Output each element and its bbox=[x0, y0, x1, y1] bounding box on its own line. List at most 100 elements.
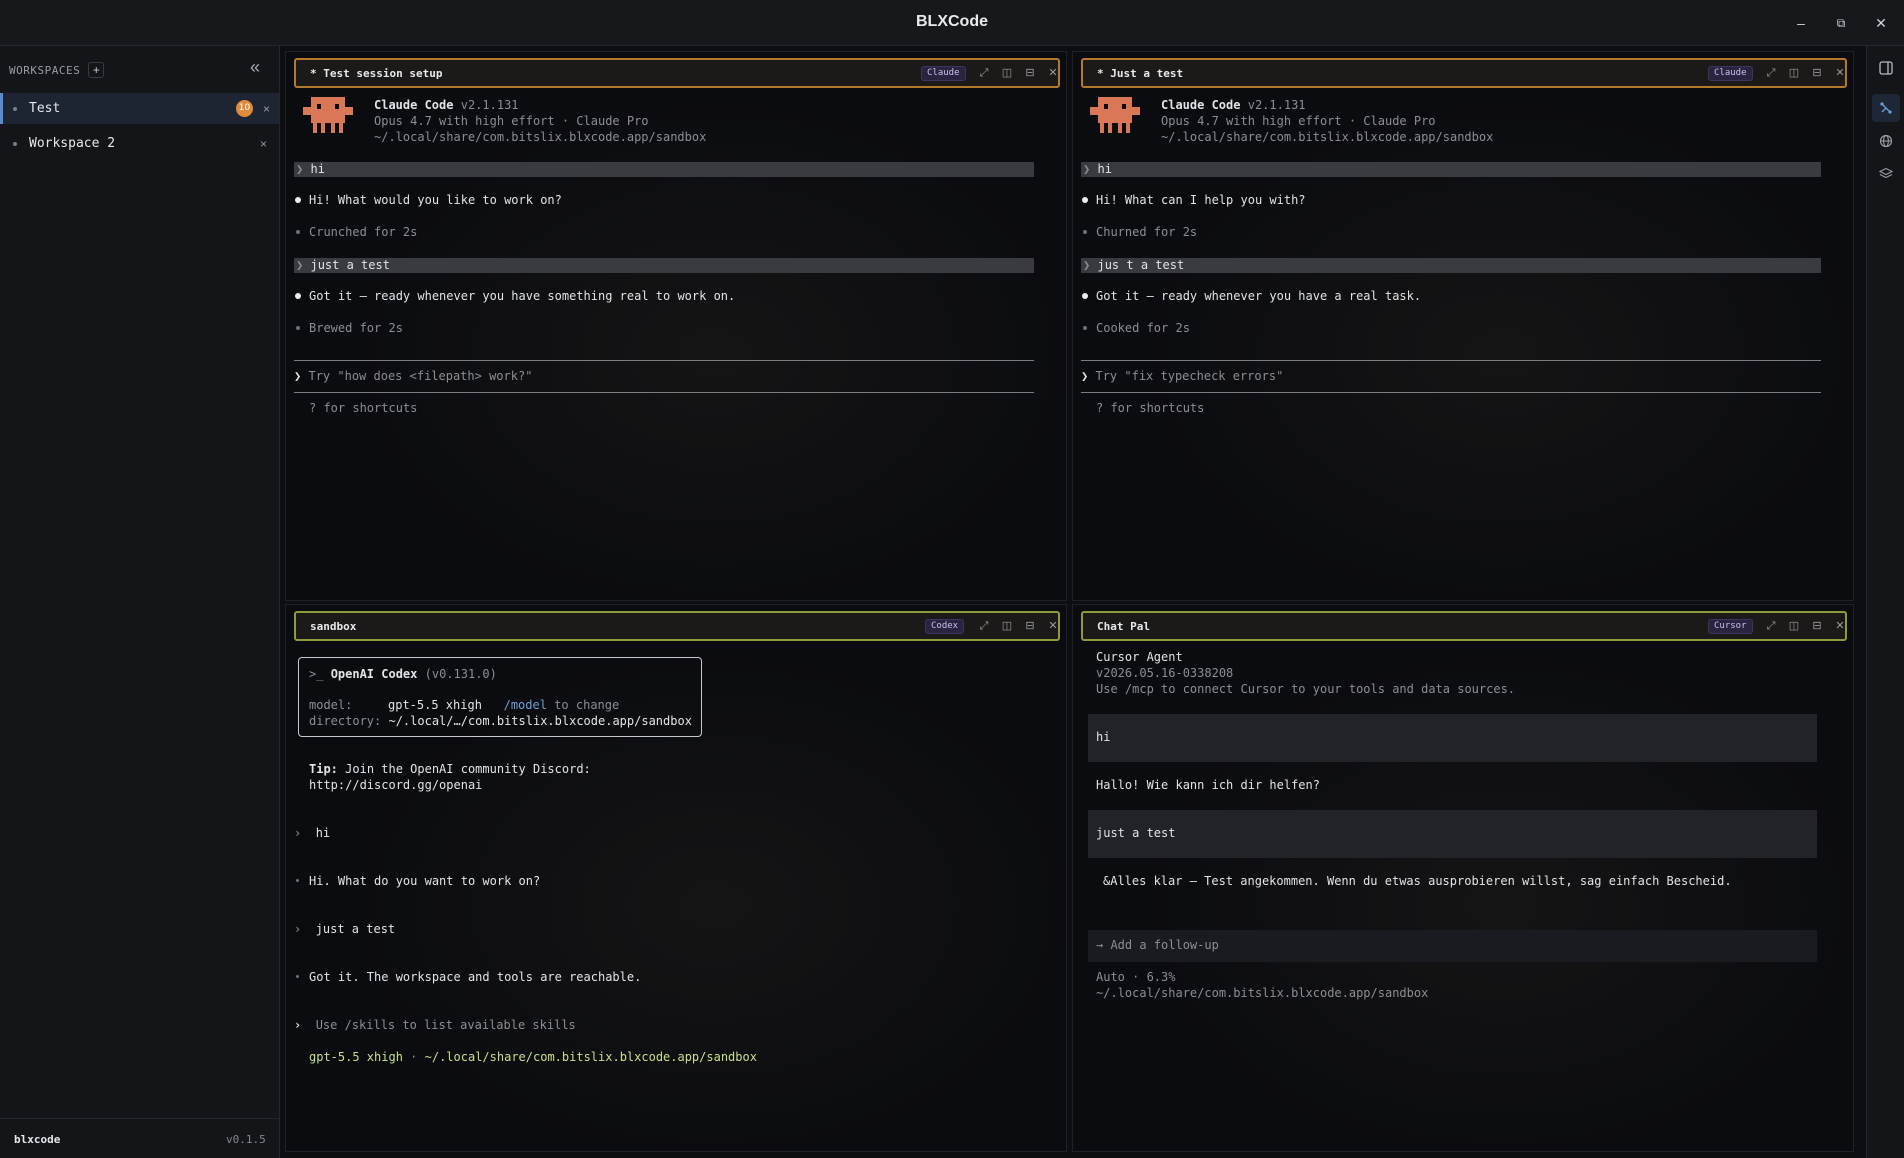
prompt-input[interactable]: ❯ Try "fix typecheck errors" bbox=[1081, 369, 1283, 383]
agent-dir: ~/.local/share/com.bitslix.blxcode.app/s… bbox=[1161, 130, 1494, 144]
codex-name: OpenAI Codex bbox=[330, 667, 418, 681]
status-bullet-icon bbox=[1083, 230, 1087, 234]
agent-name: Claude Code bbox=[1161, 98, 1241, 112]
terminal-pane-3[interactable]: sandbox Codex ⤢ ◫ ⊟ ✕ >_ OpenAI Codex (v… bbox=[285, 604, 1067, 1152]
footer-app-name: blxcode bbox=[14, 1133, 61, 1146]
workspace-item-test[interactable]: Test 10 × bbox=[0, 93, 279, 124]
split-horizontal-icon[interactable]: ⊟ bbox=[1022, 618, 1038, 634]
agent-tag: Claude bbox=[921, 66, 966, 81]
assistant-message: Got it. The workspace and tools are reac… bbox=[309, 970, 642, 984]
prompt-input[interactable]: › Use /skills to list available skills bbox=[294, 1018, 576, 1032]
add-workspace-button[interactable]: + bbox=[88, 62, 105, 78]
workspaces-label: WORKSPACES bbox=[9, 63, 81, 77]
status-message: Crunched for 2s bbox=[309, 225, 418, 239]
close-icon[interactable]: ✕ bbox=[1045, 618, 1061, 634]
assistant-bullet-icon bbox=[296, 879, 299, 882]
codex-dir-row: directory: ~/.local/…/com.bitslix.blxcod… bbox=[309, 714, 692, 728]
prompt-rule-bottom bbox=[294, 392, 1034, 393]
agent-model: Opus 4.7 with high effort · Claude Pro bbox=[1161, 114, 1436, 128]
close-workspace-button[interactable]: × bbox=[263, 102, 270, 116]
split-vertical-icon[interactable]: ◫ bbox=[999, 618, 1015, 634]
status-message: Churned for 2s bbox=[1096, 225, 1198, 239]
close-icon[interactable]: ✕ bbox=[1832, 65, 1848, 81]
assistant-bullet-icon bbox=[1082, 197, 1088, 203]
codex-status-line: gpt-5.5 xhigh · ~/.local/share/com.bitsl… bbox=[309, 1050, 757, 1064]
split-vertical-icon[interactable]: ◫ bbox=[1786, 618, 1802, 634]
globe-icon[interactable] bbox=[1872, 127, 1900, 155]
assistant-message: Hallo! Wie kann ich dir helfen? bbox=[1096, 778, 1320, 792]
workspaces-header: WORKSPACES + bbox=[9, 60, 105, 80]
user-message: ❯ just a test bbox=[296, 258, 390, 272]
terminal-pane-2[interactable]: * Just a test Claude ⤢ ◫ ⊟ ✕ Claude Code… bbox=[1072, 51, 1854, 601]
cursor-status-mode: Auto · 6.3% bbox=[1096, 970, 1176, 984]
split-horizontal-icon[interactable]: ⊟ bbox=[1022, 65, 1038, 81]
agents-icon[interactable] bbox=[1872, 94, 1900, 122]
assistant-message: Hi! What would you like to work on? bbox=[309, 193, 562, 207]
workspace-name: Test bbox=[29, 101, 61, 116]
close-icon[interactable]: ✕ bbox=[1832, 618, 1848, 634]
prompt-input[interactable]: ❯ Try "how does <filepath> work?" bbox=[294, 369, 532, 383]
prompt-rule-top bbox=[294, 360, 1034, 361]
expand-icon[interactable]: ⤢ bbox=[1763, 65, 1779, 81]
expand-icon[interactable]: ⤢ bbox=[976, 618, 992, 634]
user-message-bar bbox=[1081, 162, 1821, 177]
expand-icon[interactable]: ⤢ bbox=[1763, 618, 1779, 634]
terminal-pane-4[interactable]: Chat Pal Cursor ⤢ ◫ ⊟ ✕ Cursor Agent v20… bbox=[1072, 604, 1854, 1152]
terminal-pane-1[interactable]: * Test session setup Claude ⤢ ◫ ⊟ ✕ Clau… bbox=[285, 51, 1067, 601]
agent-name: Claude Code bbox=[374, 98, 454, 112]
split-vertical-icon[interactable]: ◫ bbox=[1786, 65, 1802, 81]
user-message: › just a test bbox=[294, 922, 396, 936]
user-message: ❯ jus t a test bbox=[1083, 258, 1185, 272]
app-title: BLXCode bbox=[916, 13, 988, 30]
restore-button[interactable]: ⧉ bbox=[1829, 12, 1853, 34]
status-bullet-icon bbox=[296, 230, 300, 234]
agent-version: v2.1.131 bbox=[460, 98, 519, 112]
agent-dir: ~/.local/share/com.bitslix.blxcode.app/s… bbox=[374, 130, 707, 144]
user-message: ❯ hi bbox=[1083, 162, 1112, 176]
assistant-message: Got it — ready whenever you have somethi… bbox=[309, 289, 736, 303]
claude-logo-icon bbox=[303, 97, 353, 133]
assistant-bullet-icon bbox=[295, 293, 301, 299]
user-message: just a test bbox=[1096, 826, 1176, 840]
agent-tag: Claude bbox=[1708, 66, 1753, 81]
panel-toggle-icon[interactable] bbox=[1872, 54, 1900, 82]
user-message-bar bbox=[294, 162, 1034, 177]
workspace-name: Workspace 2 bbox=[29, 136, 116, 151]
assistant-message: &Alles klar — Test angekommen. Wenn du e… bbox=[1103, 874, 1732, 888]
assistant-bullet-icon bbox=[296, 975, 299, 978]
right-rail bbox=[1866, 46, 1904, 1158]
status-message: Cooked for 2s bbox=[1096, 321, 1190, 335]
workspace-item-workspace-2[interactable]: Workspace 2 × bbox=[0, 128, 279, 159]
pane-header[interactable]: Chat Pal Cursor ⤢ ◫ ⊟ ✕ bbox=[1081, 611, 1847, 641]
sidebar: WORKSPACES + « Test 10 × Workspace 2 × b… bbox=[0, 46, 280, 1158]
workspace-dot-icon bbox=[13, 141, 17, 146]
close-window-button[interactable]: ✕ bbox=[1869, 12, 1893, 34]
user-message: › hi bbox=[294, 826, 331, 840]
agent-model: Opus 4.7 with high effort · Claude Pro bbox=[374, 114, 649, 128]
pane-title: Chat Pal bbox=[1097, 620, 1150, 633]
tip-url[interactable]: http://discord.gg/openai bbox=[309, 778, 482, 792]
user-message-bar bbox=[1081, 258, 1821, 273]
layers-icon[interactable] bbox=[1872, 160, 1900, 188]
collapse-sidebar-button[interactable]: « bbox=[250, 57, 260, 78]
split-vertical-icon[interactable]: ◫ bbox=[999, 65, 1015, 81]
assistant-message: Hi. What do you want to work on? bbox=[309, 874, 541, 888]
followup-placeholder: → Add a follow-up bbox=[1096, 938, 1219, 952]
codex-version: (v0.131.0) bbox=[424, 667, 497, 681]
pane-title: * Just a test bbox=[1097, 67, 1184, 80]
expand-icon[interactable]: ⤢ bbox=[976, 65, 992, 81]
close-icon[interactable]: ✕ bbox=[1045, 65, 1061, 81]
agent-version: v2.1.131 bbox=[1247, 98, 1306, 112]
split-horizontal-icon[interactable]: ⊟ bbox=[1809, 618, 1825, 634]
close-workspace-button[interactable]: × bbox=[260, 137, 267, 151]
minimize-button[interactable]: – bbox=[1789, 12, 1813, 34]
sidebar-footer: blxcode v0.1.5 bbox=[0, 1118, 280, 1158]
pane-header[interactable]: * Test session setup Claude ⤢ ◫ ⊟ ✕ bbox=[294, 58, 1060, 88]
assistant-bullet-icon bbox=[1082, 293, 1088, 299]
pane-header[interactable]: * Just a test Claude ⤢ ◫ ⊟ ✕ bbox=[1081, 58, 1847, 88]
user-message: hi bbox=[1096, 730, 1111, 744]
assistant-message: Hi! What can I help you with? bbox=[1096, 193, 1306, 207]
pane-header[interactable]: sandbox Codex ⤢ ◫ ⊟ ✕ bbox=[294, 611, 1060, 641]
split-horizontal-icon[interactable]: ⊟ bbox=[1809, 65, 1825, 81]
status-bullet-icon bbox=[1083, 326, 1087, 330]
